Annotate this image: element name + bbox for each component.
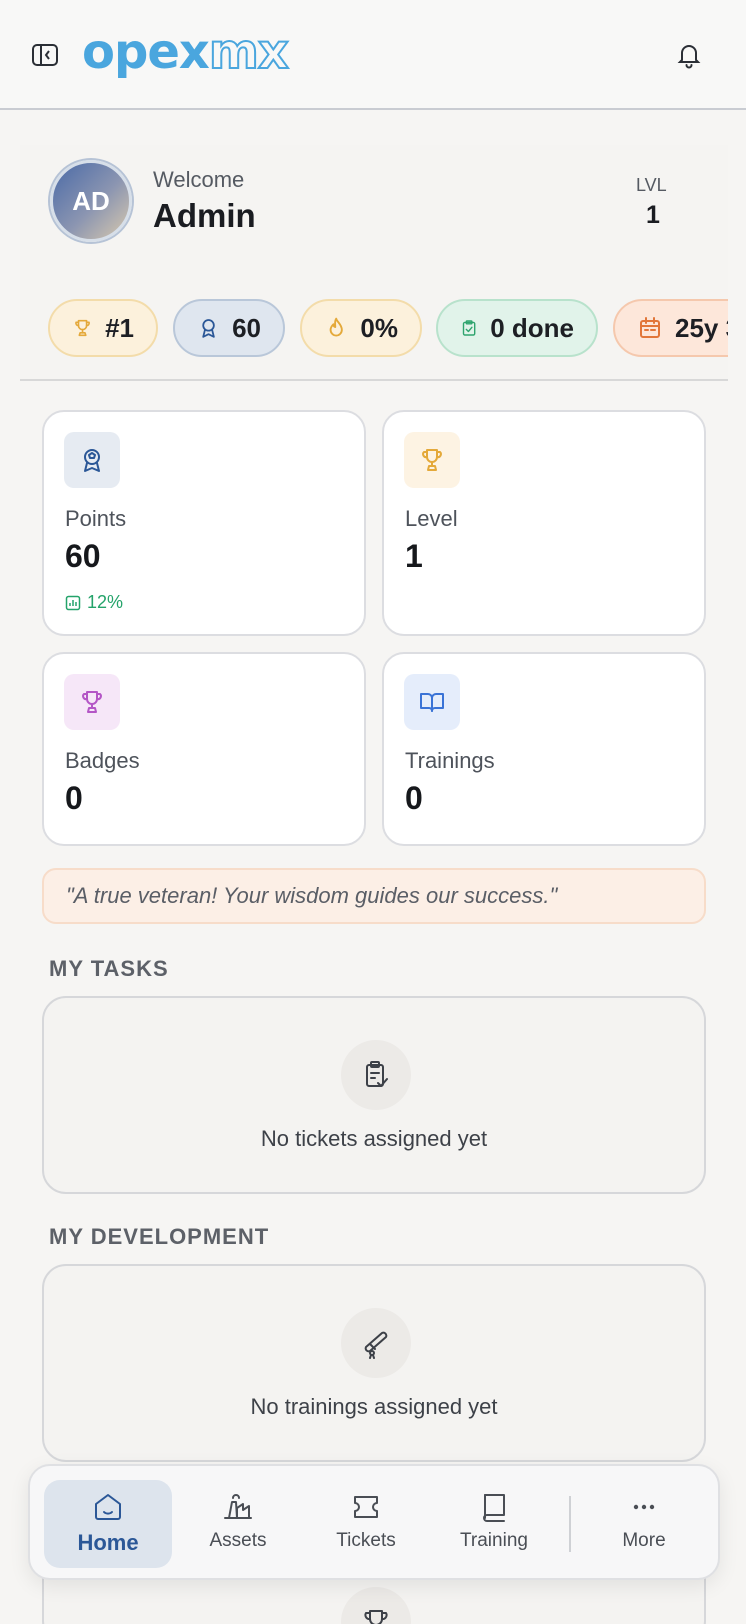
book-open-icon (420, 693, 444, 712)
nav-training[interactable]: Training (430, 1480, 558, 1568)
level-value: 1 (646, 201, 660, 229)
trainings-value: 0 (405, 780, 423, 816)
sidebar-toggle-icon[interactable] (30, 40, 60, 70)
tasks-empty-card: No tickets assigned yet (42, 996, 706, 1194)
calendar-icon (640, 317, 660, 338)
ticket-icon (354, 1496, 378, 1518)
clipboard-check-icon (366, 1061, 388, 1087)
level-card[interactable]: Level 1 (382, 410, 706, 636)
nav-assets[interactable]: Assets (174, 1480, 302, 1568)
scroll-certificate-icon (364, 1331, 388, 1359)
award-icon (84, 449, 100, 472)
greeting-label: Welcome (153, 167, 245, 192)
bottom-navigation: Home Assets Tickets Training More (28, 1464, 720, 1580)
trophy-icon (422, 449, 442, 471)
level-label: LVL (636, 175, 667, 195)
development-empty-card: No trainings assigned yet (42, 1264, 706, 1462)
points-chip[interactable]: 60 (173, 299, 285, 357)
flame-icon (329, 317, 343, 337)
progress-chip[interactable]: 0% (300, 299, 422, 357)
level-icon-box (404, 432, 460, 488)
trophy-icon (82, 691, 102, 713)
points-value: 60 (65, 538, 101, 574)
nav-tickets-label: Tickets (336, 1530, 396, 1551)
points-label: Points (65, 506, 127, 531)
points-trend-text: 12% (87, 592, 124, 612)
tenure-chip[interactable]: 25y 3 (613, 299, 728, 357)
development-empty-text: No trainings assigned yet (250, 1394, 498, 1419)
trophy-icon (75, 319, 90, 337)
trophy-icon (364, 1610, 388, 1624)
clipboard-check-icon (462, 320, 476, 336)
home-icon (95, 1494, 121, 1520)
more-dots-icon (633, 1504, 655, 1510)
stat-chips-row[interactable]: #1 60 0% 0 done 25y 3 (48, 299, 728, 359)
done-chip-text: 0 done (490, 312, 574, 343)
points-chip-text: 60 (232, 312, 261, 343)
nav-home-label: Home (77, 1530, 139, 1555)
welcome-panel: AD Welcome Admin LVL 1 #1 60 0% 0 done 2… (20, 145, 728, 381)
trainings-label: Trainings (405, 748, 495, 773)
motivational-quote: "A true veteran! Your wisdom guides our … (42, 868, 706, 924)
trainings-icon-box (404, 674, 460, 730)
nav-assets-label: Assets (209, 1530, 267, 1551)
next-section-icon-circle (341, 1587, 411, 1624)
nav-more[interactable]: More (580, 1480, 708, 1568)
badges-icon-box (64, 674, 120, 730)
my-tasks-heading: MY TASKS (49, 956, 169, 981)
rank-chip-text: #1 (105, 312, 134, 343)
tasks-empty-icon-circle (341, 1040, 411, 1110)
done-chip[interactable]: 0 done (436, 299, 598, 357)
development-empty-icon-circle (341, 1308, 411, 1378)
trainings-card[interactable]: Trainings 0 (382, 652, 706, 846)
nav-more-label: More (622, 1530, 666, 1551)
badges-label: Badges (65, 748, 140, 773)
points-card[interactable]: Points 60 12% (42, 410, 366, 636)
badges-card[interactable]: Badges 0 (42, 652, 366, 846)
app-header: opexmx (0, 0, 746, 110)
tasks-empty-text: No tickets assigned yet (260, 1126, 488, 1151)
level-card-value: 1 (405, 538, 423, 574)
avatar[interactable]: AD (50, 160, 132, 242)
nav-divider (569, 1496, 571, 1552)
rank-chip[interactable]: #1 (48, 299, 158, 357)
progress-chip-text: 0% (360, 312, 398, 343)
badges-value: 0 (65, 780, 83, 816)
nav-training-label: Training (460, 1530, 528, 1551)
notifications-bell-icon[interactable] (674, 40, 704, 70)
award-icon (202, 319, 215, 338)
user-name: Admin (153, 197, 256, 234)
points-icon-box (64, 432, 120, 488)
book-icon (483, 1494, 505, 1522)
bar-chart-icon (65, 595, 81, 610)
points-trend: 12% (65, 592, 123, 613)
my-development-heading: MY DEVELOPMENT (49, 1224, 270, 1249)
nav-home[interactable]: Home (44, 1480, 172, 1568)
level-card-label: Level (405, 506, 458, 531)
app-logo[interactable]: opexmx (82, 23, 290, 81)
tenure-chip-text: 25y 3 (675, 312, 728, 343)
factory-icon (224, 1494, 252, 1519)
nav-tickets[interactable]: Tickets (302, 1480, 430, 1568)
